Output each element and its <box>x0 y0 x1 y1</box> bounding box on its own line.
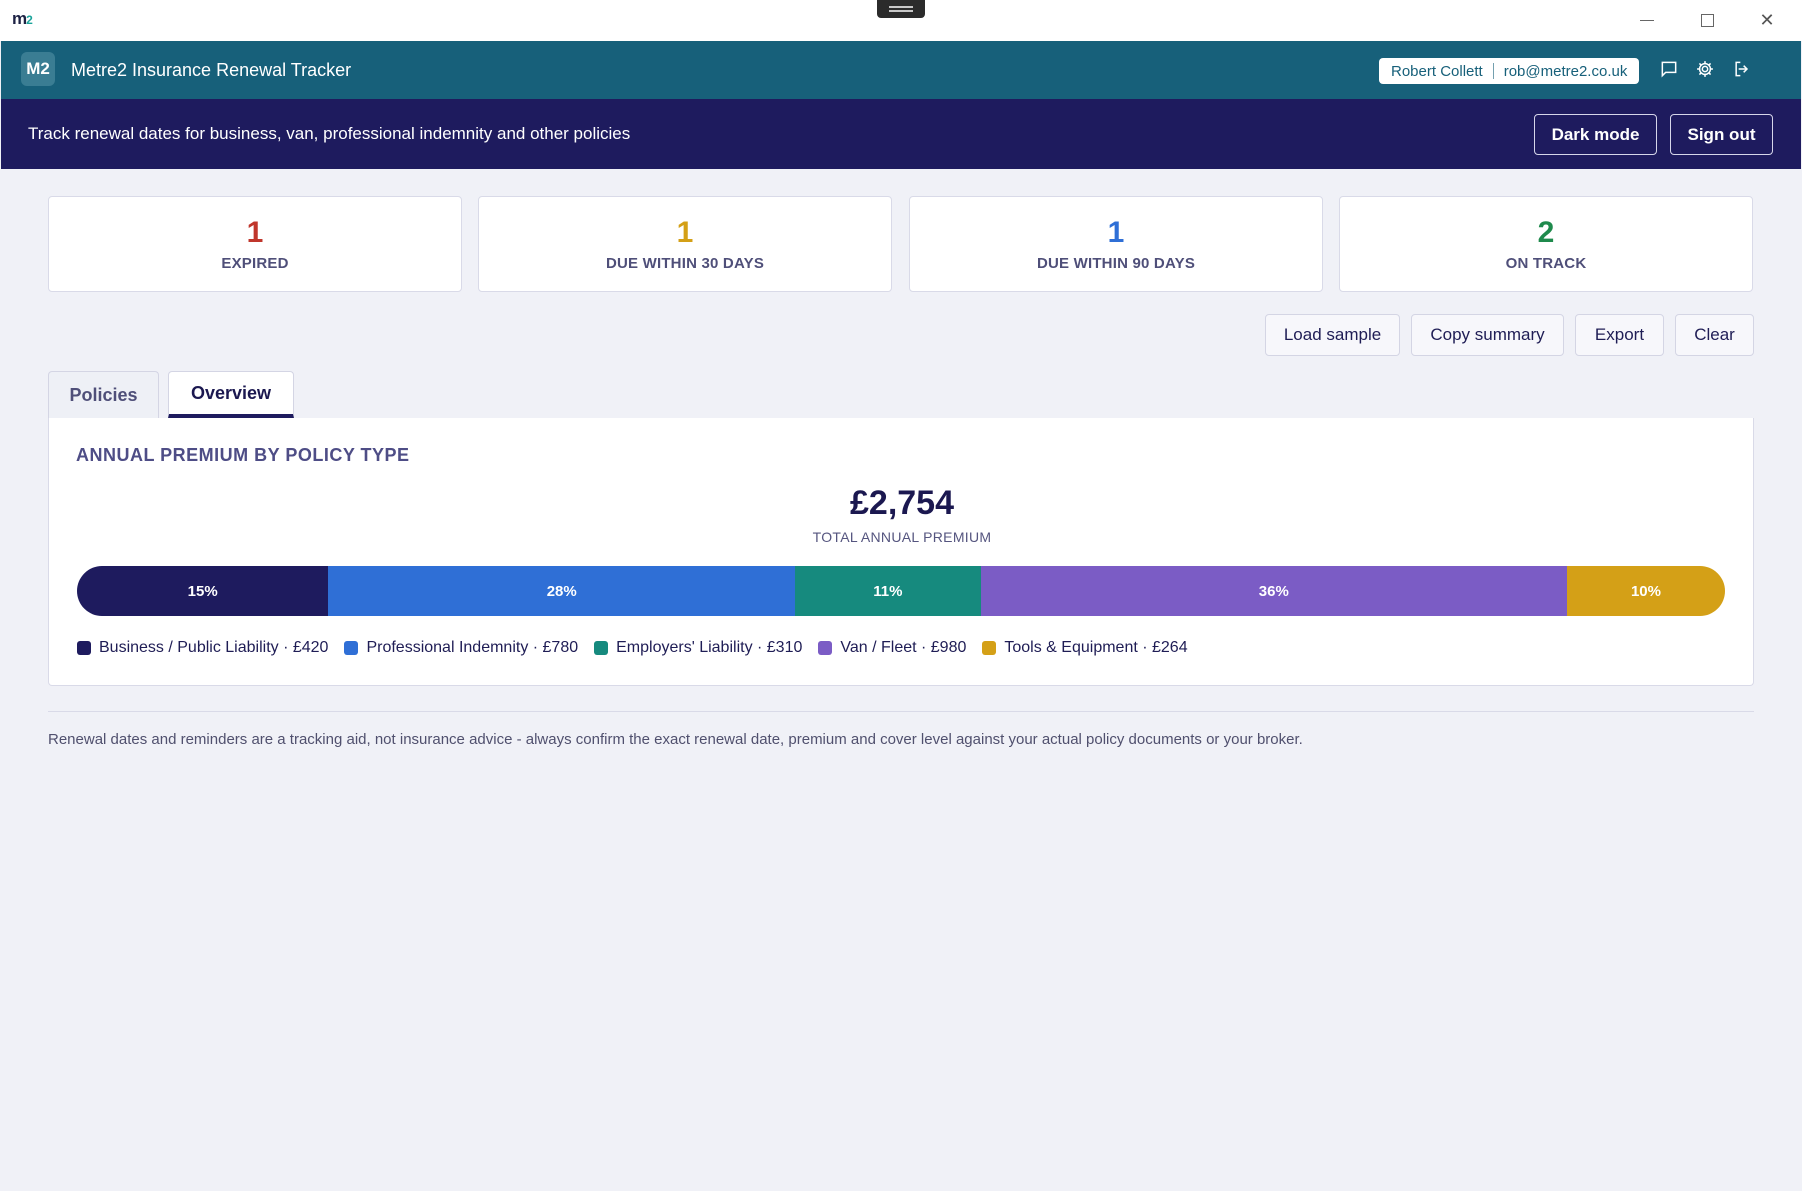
legend-item: Professional Indemnity · £780 <box>344 639 578 657</box>
legend-swatch <box>77 641 91 655</box>
bar-segment-label: 10% <box>1630 582 1661 600</box>
user-pill: Robert Collett rob@metre2.co.uk <box>1379 58 1640 84</box>
premium-stacked-bar: 15% 28% 11% 36% 10% <box>77 566 1725 616</box>
stat-value: 1 <box>676 216 694 249</box>
legend-item: Employers' Liability · £310 <box>594 639 802 657</box>
user-pill-divider <box>1492 63 1494 79</box>
stat-label: ON TRACK <box>1505 255 1587 272</box>
user-email: rob@metre2.co.uk <box>1503 62 1628 80</box>
legend-label: Business / Public Liability · £420 <box>99 639 329 656</box>
total-premium-value: £2,754 <box>850 484 954 522</box>
legend-item: Tools & Equipment · £264 <box>982 639 1188 657</box>
bar-segment: 36% <box>980 566 1567 616</box>
app-logo: m2 <box>12 9 33 29</box>
bar-segment: 15% <box>77 566 329 616</box>
clear-button[interactable]: Clear <box>1675 314 1754 356</box>
stat-value: 2 <box>1537 216 1555 249</box>
chart-title: ANNUAL PREMIUM BY POLICY TYPE <box>76 445 410 465</box>
legend-item: Business / Public Liability · £420 <box>77 639 328 657</box>
close-button[interactable]: ✕ <box>1744 6 1790 34</box>
stat-label: DUE WITHIN 30 DAYS <box>605 255 765 272</box>
dark-mode-button[interactable]: Dark mode <box>1534 114 1657 155</box>
total-premium-label: TOTAL ANNUAL PREMIUM <box>812 529 992 545</box>
bar-segment: 10% <box>1567 566 1725 616</box>
disclaimer-text: Renewal dates and reminders are a tracki… <box>48 731 1303 748</box>
window-title-bar: m2 ✕ <box>0 0 1802 41</box>
gear-icon[interactable] <box>1693 57 1717 81</box>
maximize-icon <box>1700 13 1714 27</box>
banner-text: Track renewal dates for business, van, p… <box>28 124 631 143</box>
tab-policies[interactable]: Policies <box>48 371 159 418</box>
bar-segment-label: 11% <box>873 582 903 600</box>
minimize-icon <box>1640 19 1654 21</box>
legend-swatch <box>982 641 997 655</box>
app-logo-sup: 2 <box>26 13 33 27</box>
bar-segment: 11% <box>795 566 981 616</box>
close-icon: ✕ <box>1759 9 1775 31</box>
chart-legend: Business / Public Liability · £420 Profes… <box>77 639 1204 657</box>
tab-overview[interactable]: Overview <box>168 371 294 418</box>
minimize-button[interactable] <box>1624 6 1670 34</box>
legend-swatch <box>344 641 359 655</box>
legend-label: Van / Fleet · £980 <box>840 639 967 656</box>
user-name: Robert Collett <box>1391 62 1483 80</box>
stat-card-expired: 1 EXPIRED <box>48 196 462 292</box>
stat-value: 1 <box>246 216 264 249</box>
footer-divider <box>48 711 1754 712</box>
logout-icon[interactable] <box>1730 57 1754 81</box>
overview-panel: ANNUAL PREMIUM BY POLICY TYPE £2,754 TOT… <box>48 418 1754 686</box>
stat-label: EXPIRED <box>221 255 289 272</box>
stat-card-due-30: 1 DUE WITHIN 30 DAYS <box>478 196 892 292</box>
copy-summary-button[interactable]: Copy summary <box>1411 314 1564 356</box>
stat-value: 1 <box>1107 216 1125 249</box>
chat-icon[interactable] <box>1657 57 1681 81</box>
sign-out-button[interactable]: Sign out <box>1670 114 1773 155</box>
legend-swatch <box>594 641 609 655</box>
legend-item: Van / Fleet · £980 <box>818 639 966 657</box>
stat-card-on-track: 2 ON TRACK <box>1339 196 1753 292</box>
subtitle-banner: Track renewal dates for business, van, p… <box>1 99 1801 169</box>
stat-label: DUE WITHIN 90 DAYS <box>1036 255 1196 272</box>
window-drag-handle[interactable] <box>877 0 925 18</box>
legend-label: Tools & Equipment · £264 <box>1004 639 1188 656</box>
legend-label: Professional Indemnity · £780 <box>366 639 579 656</box>
app-title: Metre2 Insurance Renewal Tracker <box>71 60 352 80</box>
bar-segment: 28% <box>328 566 796 616</box>
legend-label: Employers' Liability · £310 <box>616 639 803 656</box>
bar-segment-label: 28% <box>546 582 577 600</box>
maximize-button[interactable] <box>1684 6 1730 34</box>
stat-card-due-90: 1 DUE WITHIN 90 DAYS <box>909 196 1323 292</box>
app-badge: M2 <box>21 52 55 86</box>
bar-segment-label: 15% <box>187 582 218 600</box>
export-button[interactable]: Export <box>1575 314 1664 356</box>
app-header: M2 Metre2 Insurance Renewal Tracker Robe… <box>1 41 1801 99</box>
legend-swatch <box>818 641 833 655</box>
bar-segment-label: 36% <box>1258 582 1289 600</box>
load-sample-button[interactable]: Load sample <box>1265 314 1400 356</box>
app-logo-main: m <box>12 9 27 28</box>
